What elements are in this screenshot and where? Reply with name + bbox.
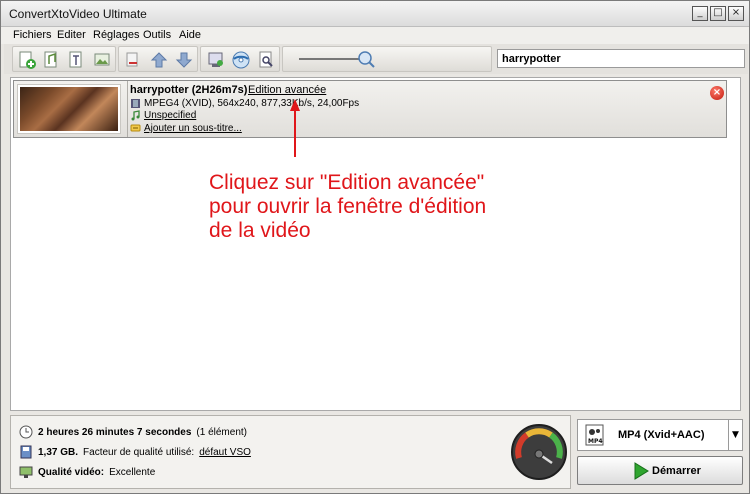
start-button-label: Démarrer [652, 465, 701, 477]
video-quality-value: Excellente [109, 466, 156, 478]
add-image-icon[interactable] [92, 50, 112, 70]
item-count: (1 élément) [196, 426, 247, 438]
quality-row: Qualité vidéo: Excellente [19, 465, 155, 479]
output-size: 1,37 GB. [38, 446, 79, 458]
menu-editer[interactable]: Editer [57, 29, 86, 41]
disk-icon [20, 445, 32, 459]
quality-factor-link[interactable]: défaut VSO [199, 447, 251, 458]
menu-aide[interactable]: Aide [179, 29, 201, 41]
maximize-button[interactable]: □ [710, 6, 726, 21]
zoom-slider-group [282, 46, 492, 72]
play-icon [634, 462, 649, 480]
menu-outils[interactable]: Outils [143, 29, 171, 41]
size-row: 1,37 GB. Facteur de qualité utilisé: déf… [19, 445, 251, 459]
video-info: MPEG4 (XVID), 564x240, 877,33Kb/s, 24,00… [144, 98, 360, 109]
music-note-icon [131, 110, 140, 121]
total-duration: 2 heures 26 minutes 7 secondes [38, 426, 192, 438]
toolbar-group-add [12, 46, 116, 72]
menu-bar: Fichiers Editer Réglages Outils Aide [1, 27, 749, 44]
minimize-button[interactable]: _ [692, 6, 708, 21]
search-input[interactable] [497, 49, 745, 68]
video-thumbnail [17, 84, 121, 134]
subtitle-row[interactable]: Ajouter un sous-titre... [130, 123, 242, 134]
menu-fichiers[interactable]: Fichiers [13, 29, 52, 41]
quality-monitor-icon [19, 466, 33, 478]
video-list: harrypotter (2H26m7s) Edition avancée MP… [10, 77, 741, 411]
remove-item-button[interactable]: × [710, 86, 724, 100]
move-up-icon[interactable] [149, 50, 169, 70]
window-title: ConvertXtoVideo Ultimate [9, 7, 147, 21]
add-file-icon[interactable] [17, 50, 37, 70]
duration-row: 2 heures 26 minutes 7 secondes (1 élémen… [19, 425, 247, 439]
remove-item-icon[interactable] [123, 50, 143, 70]
window-controls: _ □ × [692, 6, 744, 21]
chevron-down-icon[interactable]: ▼ [728, 420, 742, 450]
annotation-text: Cliquez sur "Edition avancée" pour ouvri… [209, 171, 487, 242]
preview-icon[interactable] [256, 50, 276, 70]
annotation-arrow-icon [290, 99, 300, 157]
quality-gauge-icon [511, 424, 567, 480]
output-format-label: MP4 (Xvid+AAC) [618, 429, 705, 441]
settings-icon[interactable] [206, 50, 226, 70]
add-subtitle-link[interactable]: Ajouter un sous-titre... [144, 123, 242, 134]
summary-panel: 2 heures 26 minutes 7 secondes (1 élémen… [10, 415, 571, 489]
burn-disc-icon[interactable] [231, 50, 251, 70]
film-icon [131, 99, 140, 108]
clock-icon [19, 425, 33, 439]
mp4-format-icon: MP4 [585, 424, 604, 446]
zoom-icon[interactable] [357, 50, 375, 68]
audio-row[interactable]: Unspecified [130, 110, 196, 121]
add-text-icon[interactable] [67, 50, 87, 70]
app-window: ConvertXtoVideo Ultimate _ □ × Fichiers … [0, 0, 750, 494]
close-button[interactable]: × [728, 6, 744, 21]
subtitle-icon [130, 124, 141, 132]
add-audio-icon[interactable] [42, 50, 62, 70]
audio-track[interactable]: Unspecified [144, 110, 196, 121]
menu-reglages[interactable]: Réglages [93, 29, 139, 41]
mp4-icon-text: MP4 [588, 438, 603, 445]
output-format-select[interactable]: MP4 MP4 (Xvid+AAC) ▼ [577, 419, 743, 451]
video-quality-label: Qualité vidéo: [38, 466, 105, 478]
video-info-row: MPEG4 (XVID), 564x240, 877,33Kb/s, 24,00… [130, 98, 359, 109]
toolbar-group-edit [118, 46, 198, 72]
start-button[interactable]: Démarrer [577, 456, 743, 485]
move-down-icon[interactable] [174, 50, 194, 70]
toolbar-group-tools [200, 46, 280, 72]
advanced-edit-link[interactable]: Edition avancée [248, 84, 326, 96]
list-item[interactable]: harrypotter (2H26m7s) Edition avancée MP… [13, 80, 727, 138]
quality-factor-text: Facteur de qualité utilisé: [83, 446, 195, 458]
video-title: harrypotter (2H26m7s) [130, 84, 248, 96]
title-bar: ConvertXtoVideo Ultimate _ □ × [1, 1, 749, 27]
